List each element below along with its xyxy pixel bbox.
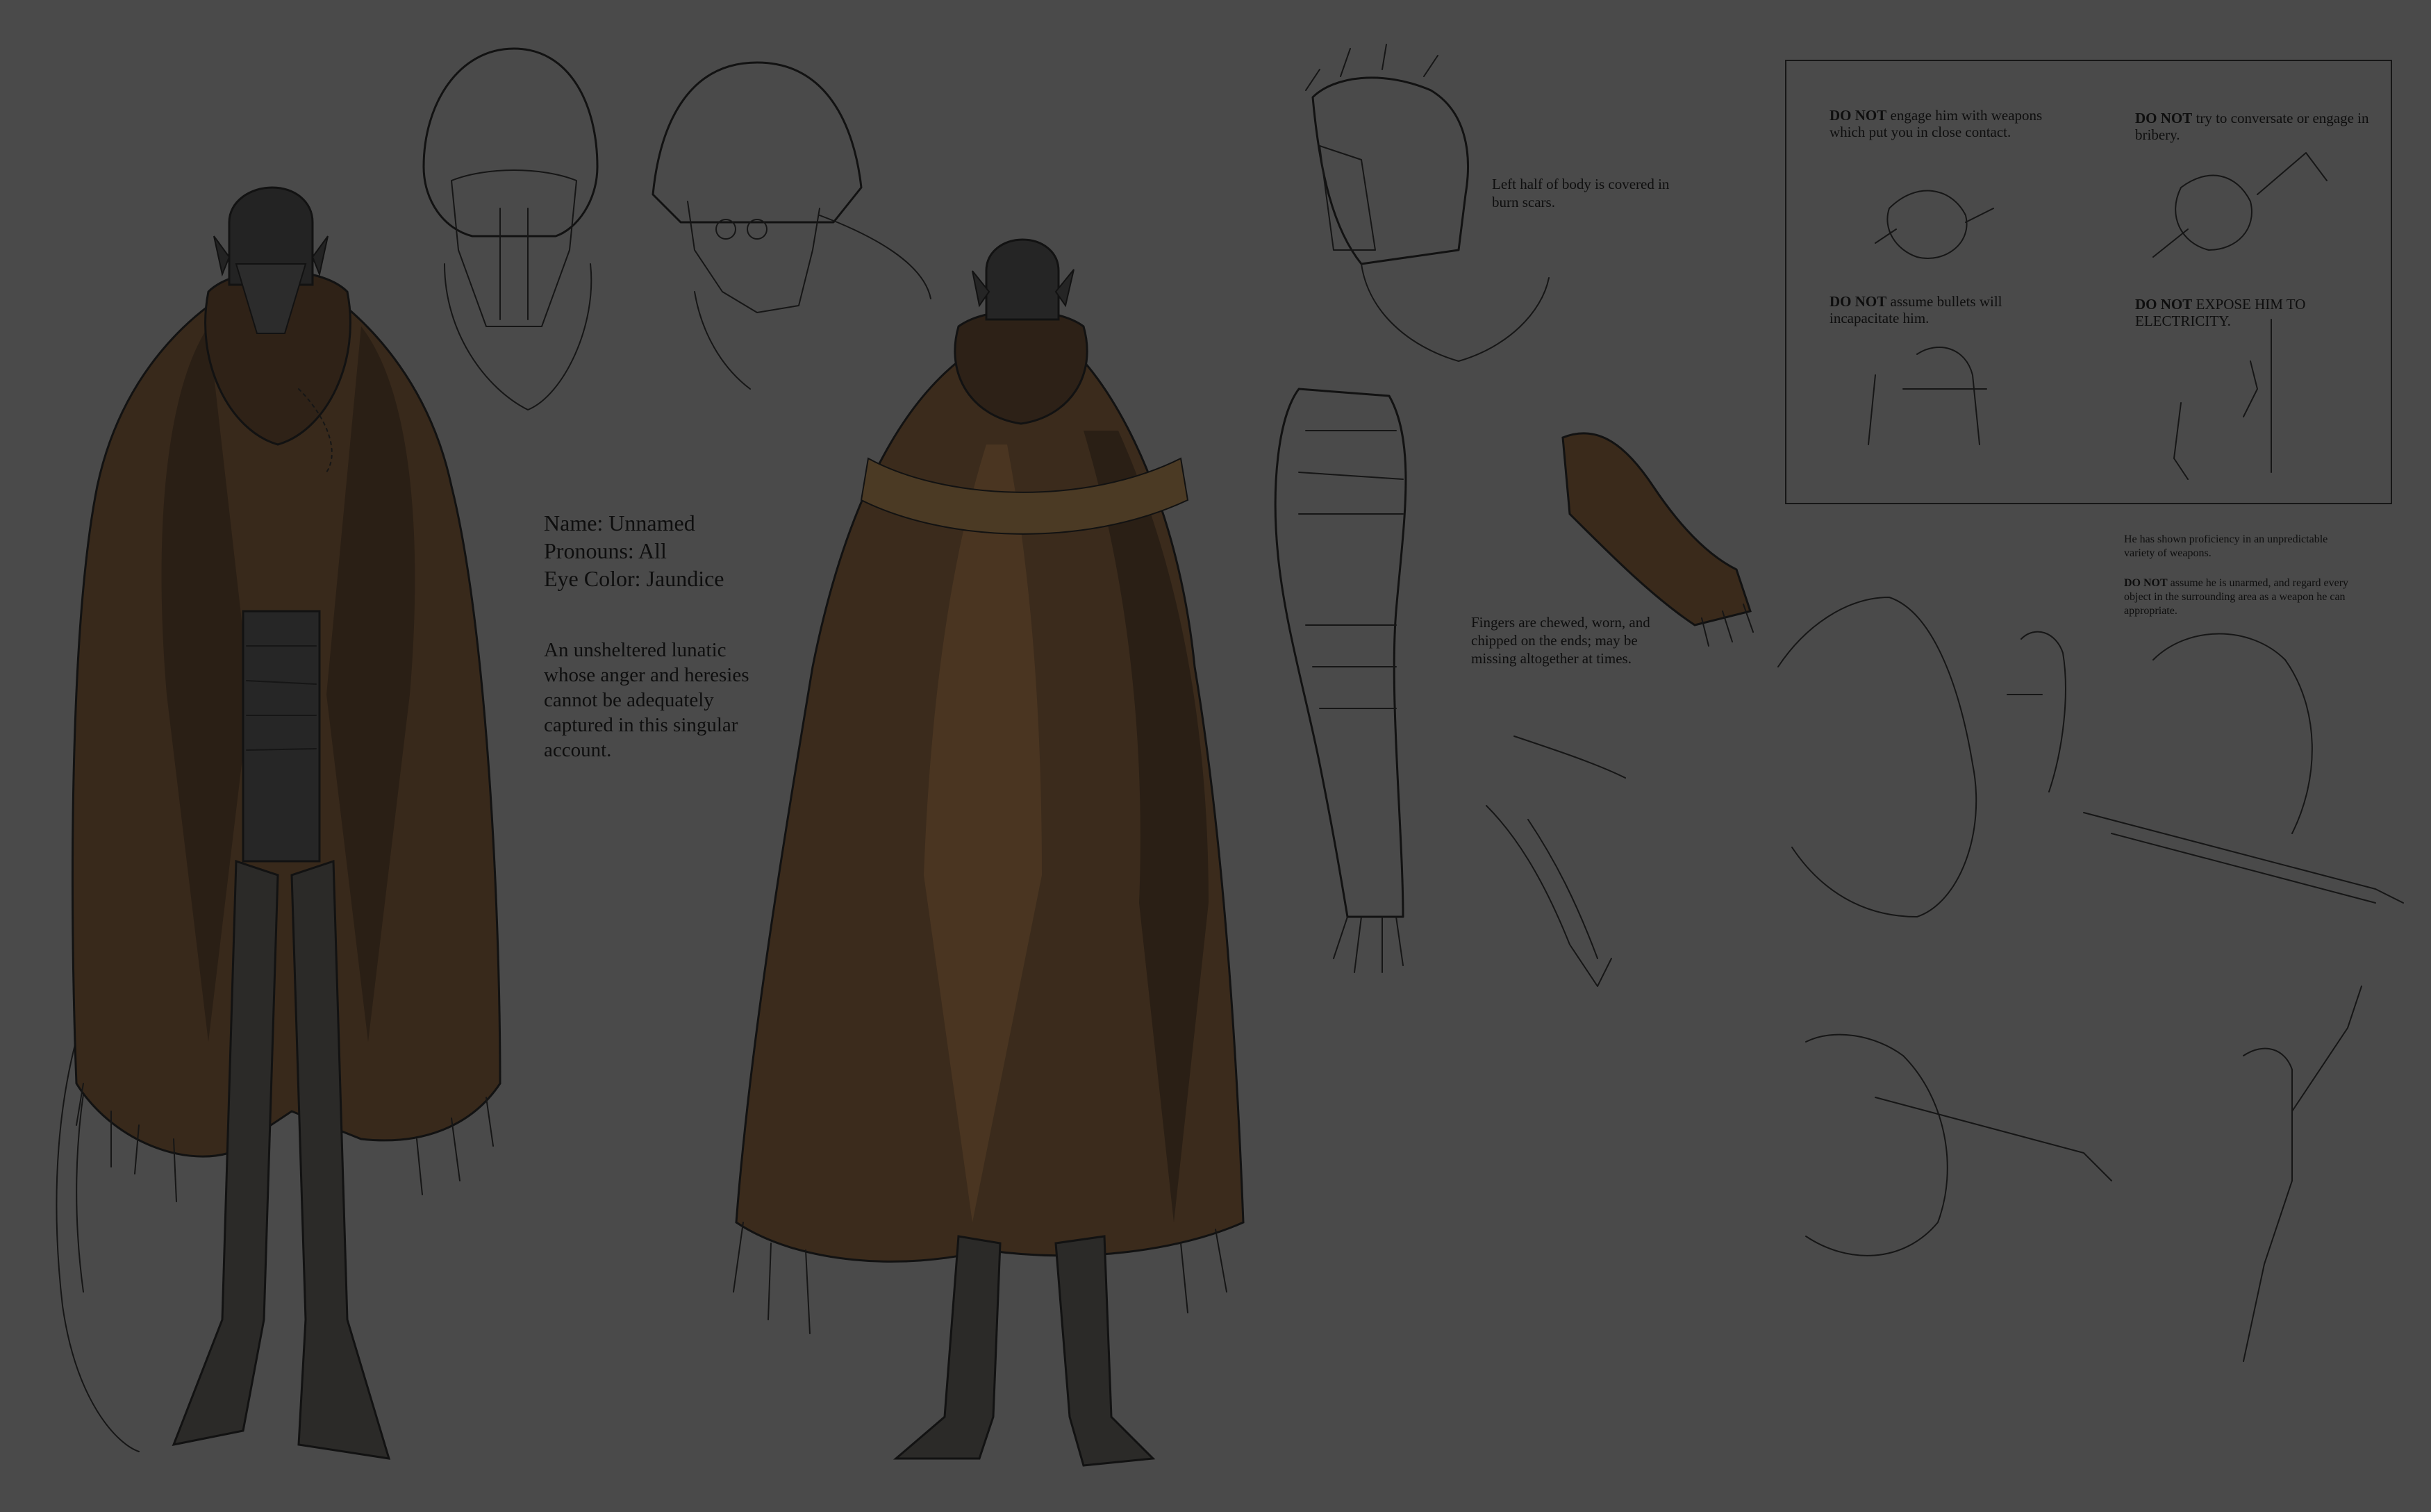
proficiency-note: He has shown proficiency in an unpredict… <box>2124 533 2328 559</box>
warning-electricity: DO NOT EXPOSE HIM TO ELECTRICITY. <box>2135 296 2357 329</box>
forearm-sketch <box>1486 736 1626 987</box>
warning-bullets: DO NOT assume bullets will incapacitate … <box>1830 293 2045 326</box>
burn-scars-note: Left half of body is covered in burn sca… <box>1492 176 1670 210</box>
pronouns-line: Pronouns: All <box>544 538 667 563</box>
warning-lead: DO NOT <box>1830 293 1887 310</box>
eye-color-line: Eye Color: Jaundice <box>544 566 724 591</box>
back-view-figure <box>733 238 1245 1467</box>
warning-close-contact: DO NOT engage him with weapons which put… <box>1830 107 2059 140</box>
warnings-panel: DO NOT engage him with weapons which put… <box>1785 60 2392 504</box>
front-view-figure <box>56 186 501 1460</box>
arm-sketch <box>1274 388 1407 973</box>
fingers-note: Fingers are chewed, worn, and chipped on… <box>1471 614 1650 667</box>
warning-lead: DO NOT <box>1830 107 1887 124</box>
character-profile: Name: Unnamed Pronouns: All Eye Color: J… <box>544 509 724 592</box>
unarmed-note-lead: DO NOT <box>2124 577 2168 589</box>
helmet-sketch-angled <box>652 61 931 390</box>
unarmed-note: DO NOT assume he is unarmed, and regard … <box>2124 576 2374 618</box>
warning-lead: DO NOT <box>2135 296 2193 313</box>
name-line: Name: Unnamed <box>544 510 695 535</box>
warning-bribery: DO NOT try to conversate or engage in br… <box>2135 110 2378 143</box>
warning-lead: DO NOT <box>2135 110 2193 126</box>
character-reference-sheet: Name: Unnamed Pronouns: All Eye Color: J… <box>0 0 2431 1512</box>
action-sketches <box>1777 597 2404 1362</box>
helmet-sketch-front <box>422 47 599 410</box>
character-description: An unsheltered lunatic whose anger and h… <box>544 639 749 761</box>
